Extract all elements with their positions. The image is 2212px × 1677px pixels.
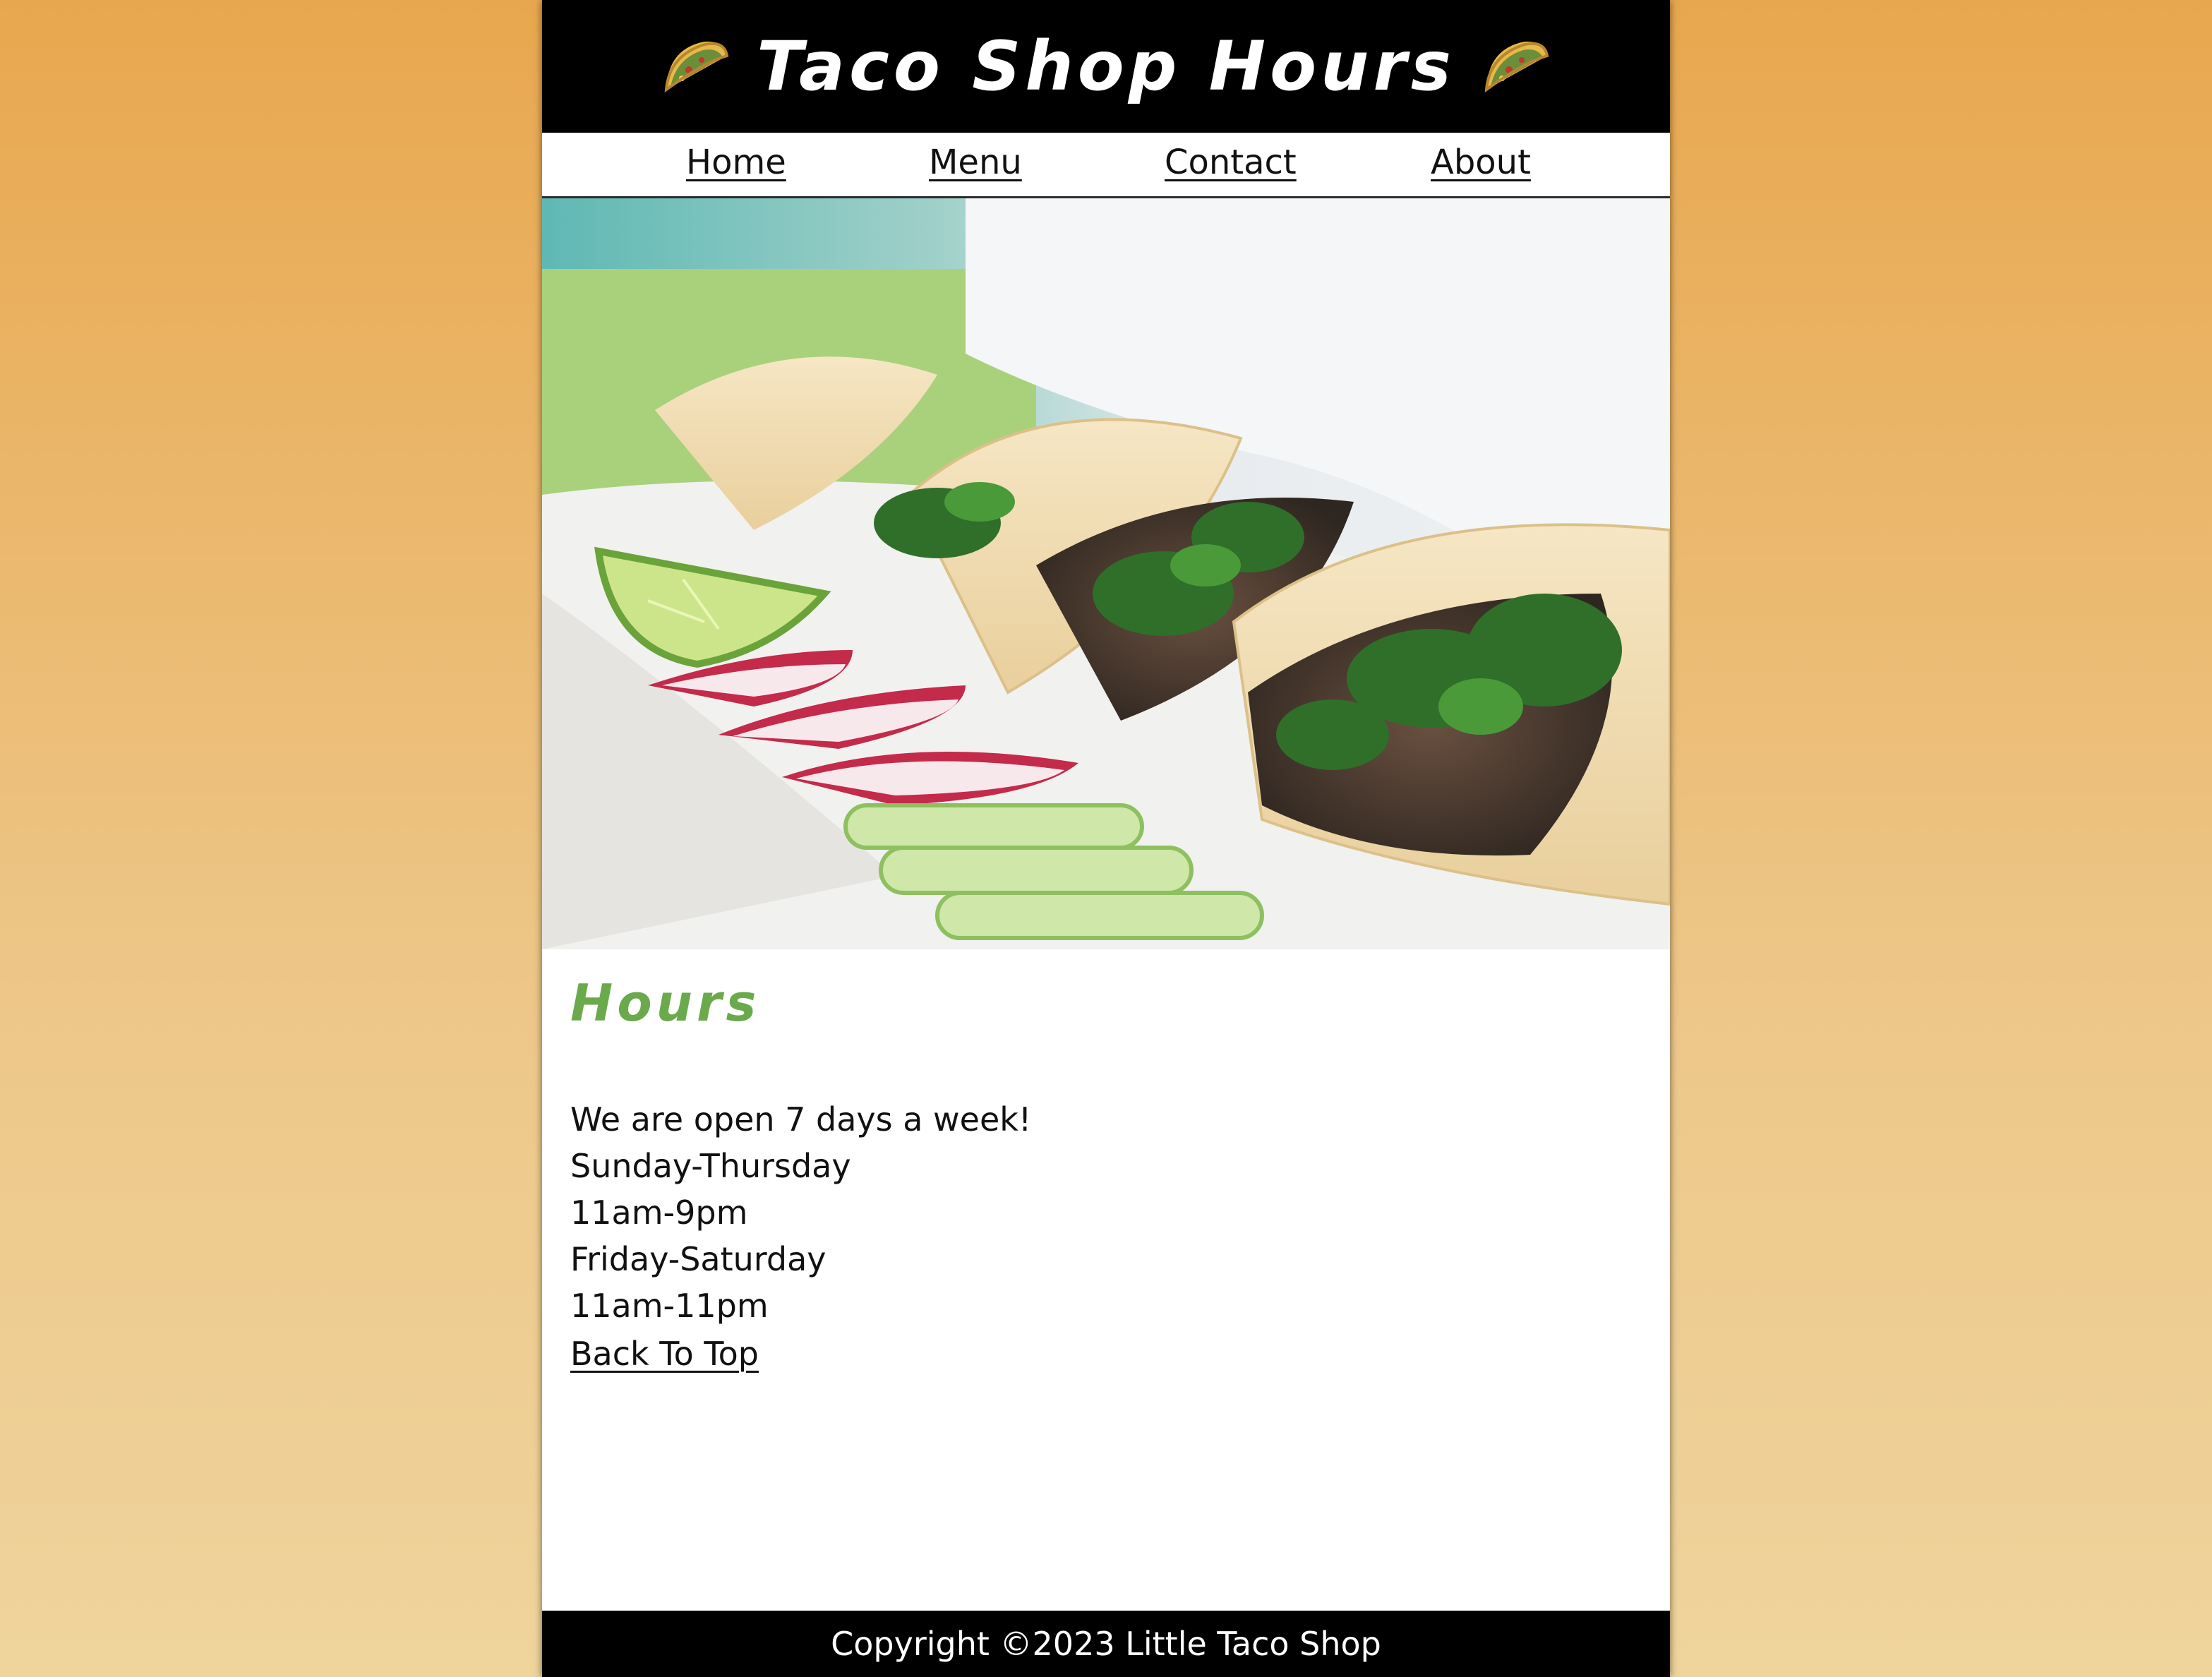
- page-title: Taco Shop Hours: [757, 27, 1455, 106]
- hours-intro: We are open 7 days a week!: [570, 1100, 1032, 1138]
- hero-image: [542, 198, 1670, 949]
- nav-link-menu[interactable]: Menu: [929, 143, 1022, 182]
- page-container: Taco Shop Hours Home Menu Contact About: [542, 0, 1670, 1677]
- nav-link-contact[interactable]: Contact: [1165, 143, 1297, 182]
- taco-icon: [664, 41, 729, 93]
- main-nav: Home Menu Contact About: [542, 133, 1670, 198]
- back-to-top-link[interactable]: Back To Top: [570, 1330, 759, 1377]
- main-content: Hours We are open 7 days a week! Sunday-…: [542, 949, 1670, 1377]
- hours-days-weekday: Sunday-Thursday: [570, 1147, 851, 1185]
- nav-link-home[interactable]: Home: [686, 143, 786, 182]
- copyright-text: Copyright ©2023 Little Taco Shop: [831, 1625, 1381, 1663]
- tacos-photo: [542, 198, 1670, 949]
- hours-time-weekend: 11am-11pm: [570, 1287, 769, 1325]
- hours-days-weekend: Friday-Saturday: [570, 1240, 827, 1278]
- nav-link-about[interactable]: About: [1431, 143, 1531, 182]
- site-header: Taco Shop Hours: [542, 0, 1670, 133]
- hours-time-weekday: 11am-9pm: [570, 1194, 748, 1232]
- section-heading: Hours: [570, 973, 761, 1033]
- taco-icon: [1484, 41, 1549, 93]
- hours-text: We are open 7 days a week! Sunday-Thursd…: [570, 1096, 1642, 1377]
- site-footer: Copyright ©2023 Little Taco Shop: [542, 1611, 1670, 1677]
